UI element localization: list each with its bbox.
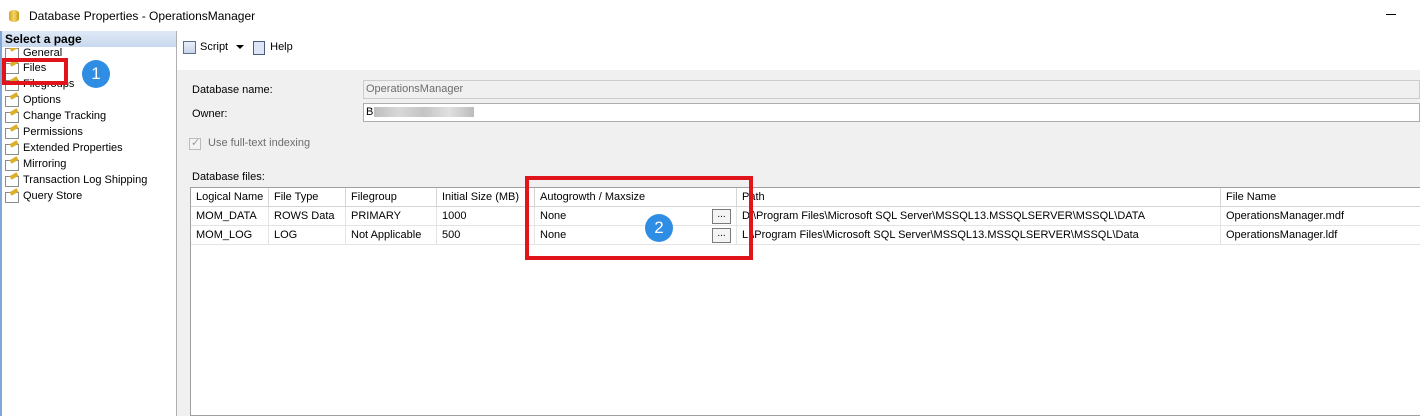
database-icon	[9, 9, 19, 23]
fulltext-indexing-checkbox	[189, 136, 201, 150]
sidebar-item-options[interactable]: Options	[4, 92, 147, 108]
sidebar-item-label: Options	[23, 94, 61, 106]
script-label: Script	[200, 40, 229, 53]
left-border	[0, 31, 2, 416]
column-header-initial-size[interactable]: Initial Size (MB)	[437, 188, 535, 207]
cell-file-type[interactable]: LOG	[269, 226, 346, 245]
help-book-icon	[252, 40, 266, 55]
main-panel: Database name: OperationsManager Owner: …	[177, 70, 1420, 416]
owner-value: B	[366, 106, 374, 118]
sidebar-item-query-store[interactable]: Query Store	[4, 188, 147, 204]
sidebar-item-mirroring[interactable]: Mirroring	[4, 156, 147, 172]
property-page-icon	[4, 142, 19, 155]
cell-logical-name[interactable]: MOM_LOG	[191, 226, 269, 245]
help-button[interactable]: Help	[252, 40, 293, 55]
cell-logical-name[interactable]: MOM_DATA	[191, 207, 269, 226]
help-label: Help	[270, 40, 293, 53]
sidebar-item-change-tracking[interactable]: Change Tracking	[4, 108, 147, 124]
step-badge-2: 2	[645, 214, 673, 242]
property-page-icon	[4, 94, 19, 107]
script-button[interactable]: Script	[182, 40, 252, 54]
cell-file-name[interactable]: OperationsManager.ldf	[1221, 226, 1420, 245]
fulltext-indexing-label: Use full-text indexing	[208, 137, 311, 149]
toolbar: Script Help	[177, 33, 1420, 60]
sidebar-item-label: Query Store	[23, 190, 83, 202]
sidebar-item-label: Transaction Log Shipping	[23, 174, 148, 186]
select-page-header: Select a page	[2, 31, 176, 47]
cell-filegroup[interactable]: Not Applicable	[346, 226, 437, 245]
cell-file-type[interactable]: ROWS Data	[269, 207, 346, 226]
database-name-field: OperationsManager	[363, 80, 1420, 99]
window-title: Database Properties - OperationsManager	[29, 8, 256, 23]
property-page-icon	[4, 126, 19, 139]
script-icon	[182, 40, 196, 54]
sidebar-item-permissions[interactable]: Permissions	[4, 124, 147, 140]
column-header-path[interactable]: Path	[737, 188, 1221, 207]
cell-initial-size[interactable]: 1000	[437, 207, 535, 226]
property-page-icon	[4, 158, 19, 171]
table-row[interactable]: MOM_LOG LOG Not Applicable 500 None L:\P…	[191, 226, 1420, 245]
table-row[interactable]: MOM_DATA ROWS Data PRIMARY 1000 None D:\…	[191, 207, 1420, 226]
cell-path[interactable]: D:\Program Files\Microsoft SQL Server\MS…	[737, 207, 1221, 226]
property-page-icon	[4, 174, 19, 187]
database-files-grid[interactable]: Logical Name File Type Filegroup Initial…	[190, 187, 1420, 416]
files-highlight-box	[2, 58, 68, 85]
sidebar-item-extended-properties[interactable]: Extended Properties	[4, 140, 147, 156]
cell-file-name[interactable]: OperationsManager.mdf	[1221, 207, 1420, 226]
owner-field[interactable]: B	[363, 103, 1420, 122]
database-name-label: Database name:	[192, 84, 273, 96]
cell-path[interactable]: L:\Program Files\Microsoft SQL Server\MS…	[737, 226, 1221, 245]
chevron-down-icon[interactable]	[236, 44, 245, 49]
column-header-filegroup[interactable]: Filegroup	[346, 188, 437, 207]
minimize-button[interactable]	[1386, 14, 1396, 15]
column-header-file-type[interactable]: File Type	[269, 188, 346, 207]
column-header-logical-name[interactable]: Logical Name	[191, 188, 269, 207]
database-files-label: Database files:	[192, 171, 265, 183]
step-badge-1: 1	[82, 60, 110, 88]
sidebar-item-label: Permissions	[23, 126, 83, 138]
property-page-icon	[4, 190, 19, 203]
sidebar-item-label: Mirroring	[23, 158, 67, 170]
title-bar: Database Properties - OperationsManager	[0, 0, 1420, 31]
grid-header: Logical Name File Type Filegroup Initial…	[191, 188, 1420, 207]
sidebar-item-label: Change Tracking	[23, 110, 107, 122]
owner-label: Owner:	[192, 108, 228, 120]
column-header-file-name[interactable]: File Name	[1221, 188, 1420, 207]
sidebar-item-label: Extended Properties	[23, 142, 123, 154]
cell-initial-size[interactable]: 500	[437, 226, 535, 245]
cell-filegroup[interactable]: PRIMARY	[346, 207, 437, 226]
sidebar-item-transaction-log-shipping[interactable]: Transaction Log Shipping	[4, 172, 147, 188]
property-page-icon	[4, 110, 19, 123]
autogrowth-highlight-box	[525, 176, 753, 260]
redacted-owner	[374, 107, 475, 118]
